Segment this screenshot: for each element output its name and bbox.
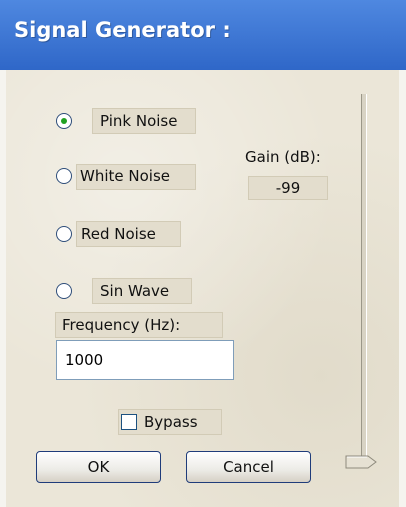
- gain-slider-track[interactable]: [361, 94, 367, 464]
- window-title: Signal Generator :: [14, 18, 231, 42]
- gain-slider-thumb[interactable]: [344, 452, 378, 472]
- radio-label-sin-wave: Sin Wave: [100, 282, 170, 300]
- radio-sin-wave[interactable]: [56, 283, 72, 299]
- radio-white-noise[interactable]: [56, 168, 72, 184]
- radio-pink-noise[interactable]: [56, 113, 72, 129]
- gain-label: Gain (dB):: [245, 148, 321, 166]
- frequency-input[interactable]: [56, 340, 234, 380]
- radio-selected-dot: [61, 118, 67, 124]
- radio-label-white-noise: White Noise: [80, 167, 170, 185]
- window-frame-right: [399, 70, 406, 507]
- ok-button[interactable]: OK: [36, 451, 161, 483]
- radio-label-red-noise: Red Noise: [81, 225, 156, 243]
- radio-label-pink-noise: Pink Noise: [100, 112, 178, 130]
- radio-red-noise[interactable]: [56, 226, 72, 242]
- bypass-label: Bypass: [144, 413, 198, 431]
- title-bar: Signal Generator :: [0, 0, 406, 71]
- bypass-checkbox[interactable]: [121, 414, 137, 430]
- cancel-button[interactable]: Cancel: [186, 451, 311, 483]
- frequency-label: Frequency (Hz):: [55, 312, 223, 338]
- gain-value: -99: [248, 176, 328, 200]
